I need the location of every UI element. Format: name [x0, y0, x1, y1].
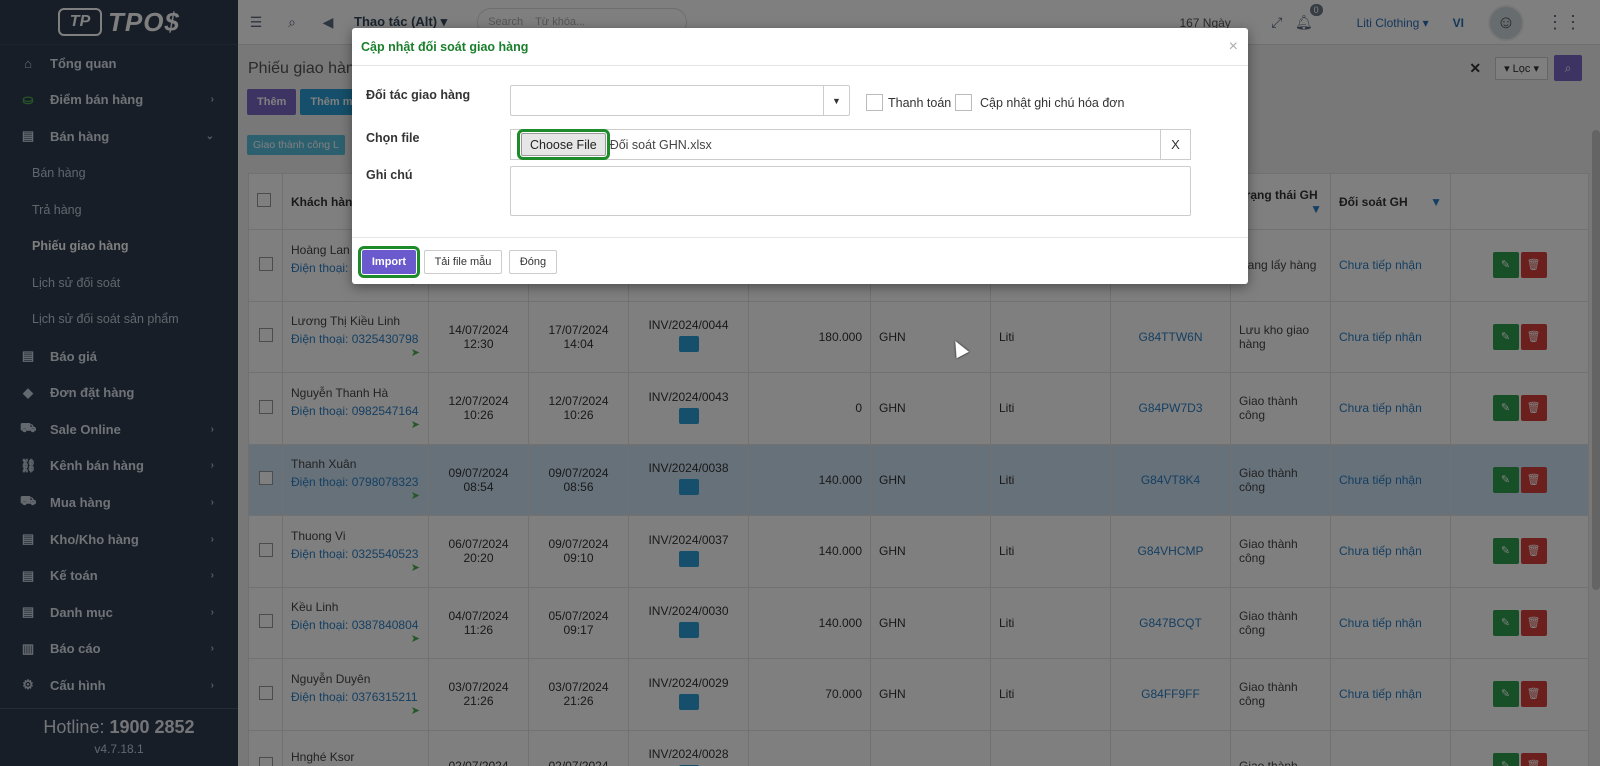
- clear-file-button[interactable]: X: [1160, 130, 1190, 159]
- file-label: Chọn file: [366, 131, 420, 145]
- chevron-down-icon[interactable]: ▼: [823, 86, 849, 115]
- payment-checkbox-box[interactable]: [866, 94, 883, 111]
- close-icon[interactable]: ×: [1229, 38, 1238, 56]
- note-label: Ghi chú: [366, 168, 413, 182]
- modal-footer: Import Tải file mẫu Đóng: [352, 237, 1248, 284]
- download-template-button[interactable]: Tải file mẫu: [424, 250, 502, 274]
- modal-title: Cập nhật đối soát giao hàng: [361, 39, 529, 54]
- reconcile-modal: Cập nhật đối soát giao hàng × Đối tác gi…: [352, 28, 1248, 284]
- file-input[interactable]: Choose File Đối soát GHN.xlsx X: [510, 129, 1191, 160]
- update-note-checkbox-label: Cập nhật ghi chú hóa đơn: [980, 95, 1125, 110]
- partner-label: Đối tác giao hàng: [366, 88, 471, 102]
- partner-select[interactable]: ▼: [510, 85, 850, 116]
- payment-checkbox[interactable]: Thanh toán: [866, 94, 951, 111]
- payment-checkbox-label: Thanh toán: [888, 95, 952, 110]
- update-note-checkbox[interactable]: Cập nhật ghi chú hóa đơn: [955, 94, 1124, 111]
- selected-file-name: Đối soát GHN.xlsx: [609, 137, 712, 152]
- modal-header: Cập nhật đối soát giao hàng: [352, 28, 1248, 66]
- choose-file-button[interactable]: Choose File: [517, 129, 610, 160]
- note-textarea[interactable]: [510, 166, 1191, 216]
- close-button[interactable]: Đóng: [509, 250, 557, 274]
- update-note-checkbox-box[interactable]: [955, 94, 972, 111]
- import-button[interactable]: Import: [358, 246, 420, 278]
